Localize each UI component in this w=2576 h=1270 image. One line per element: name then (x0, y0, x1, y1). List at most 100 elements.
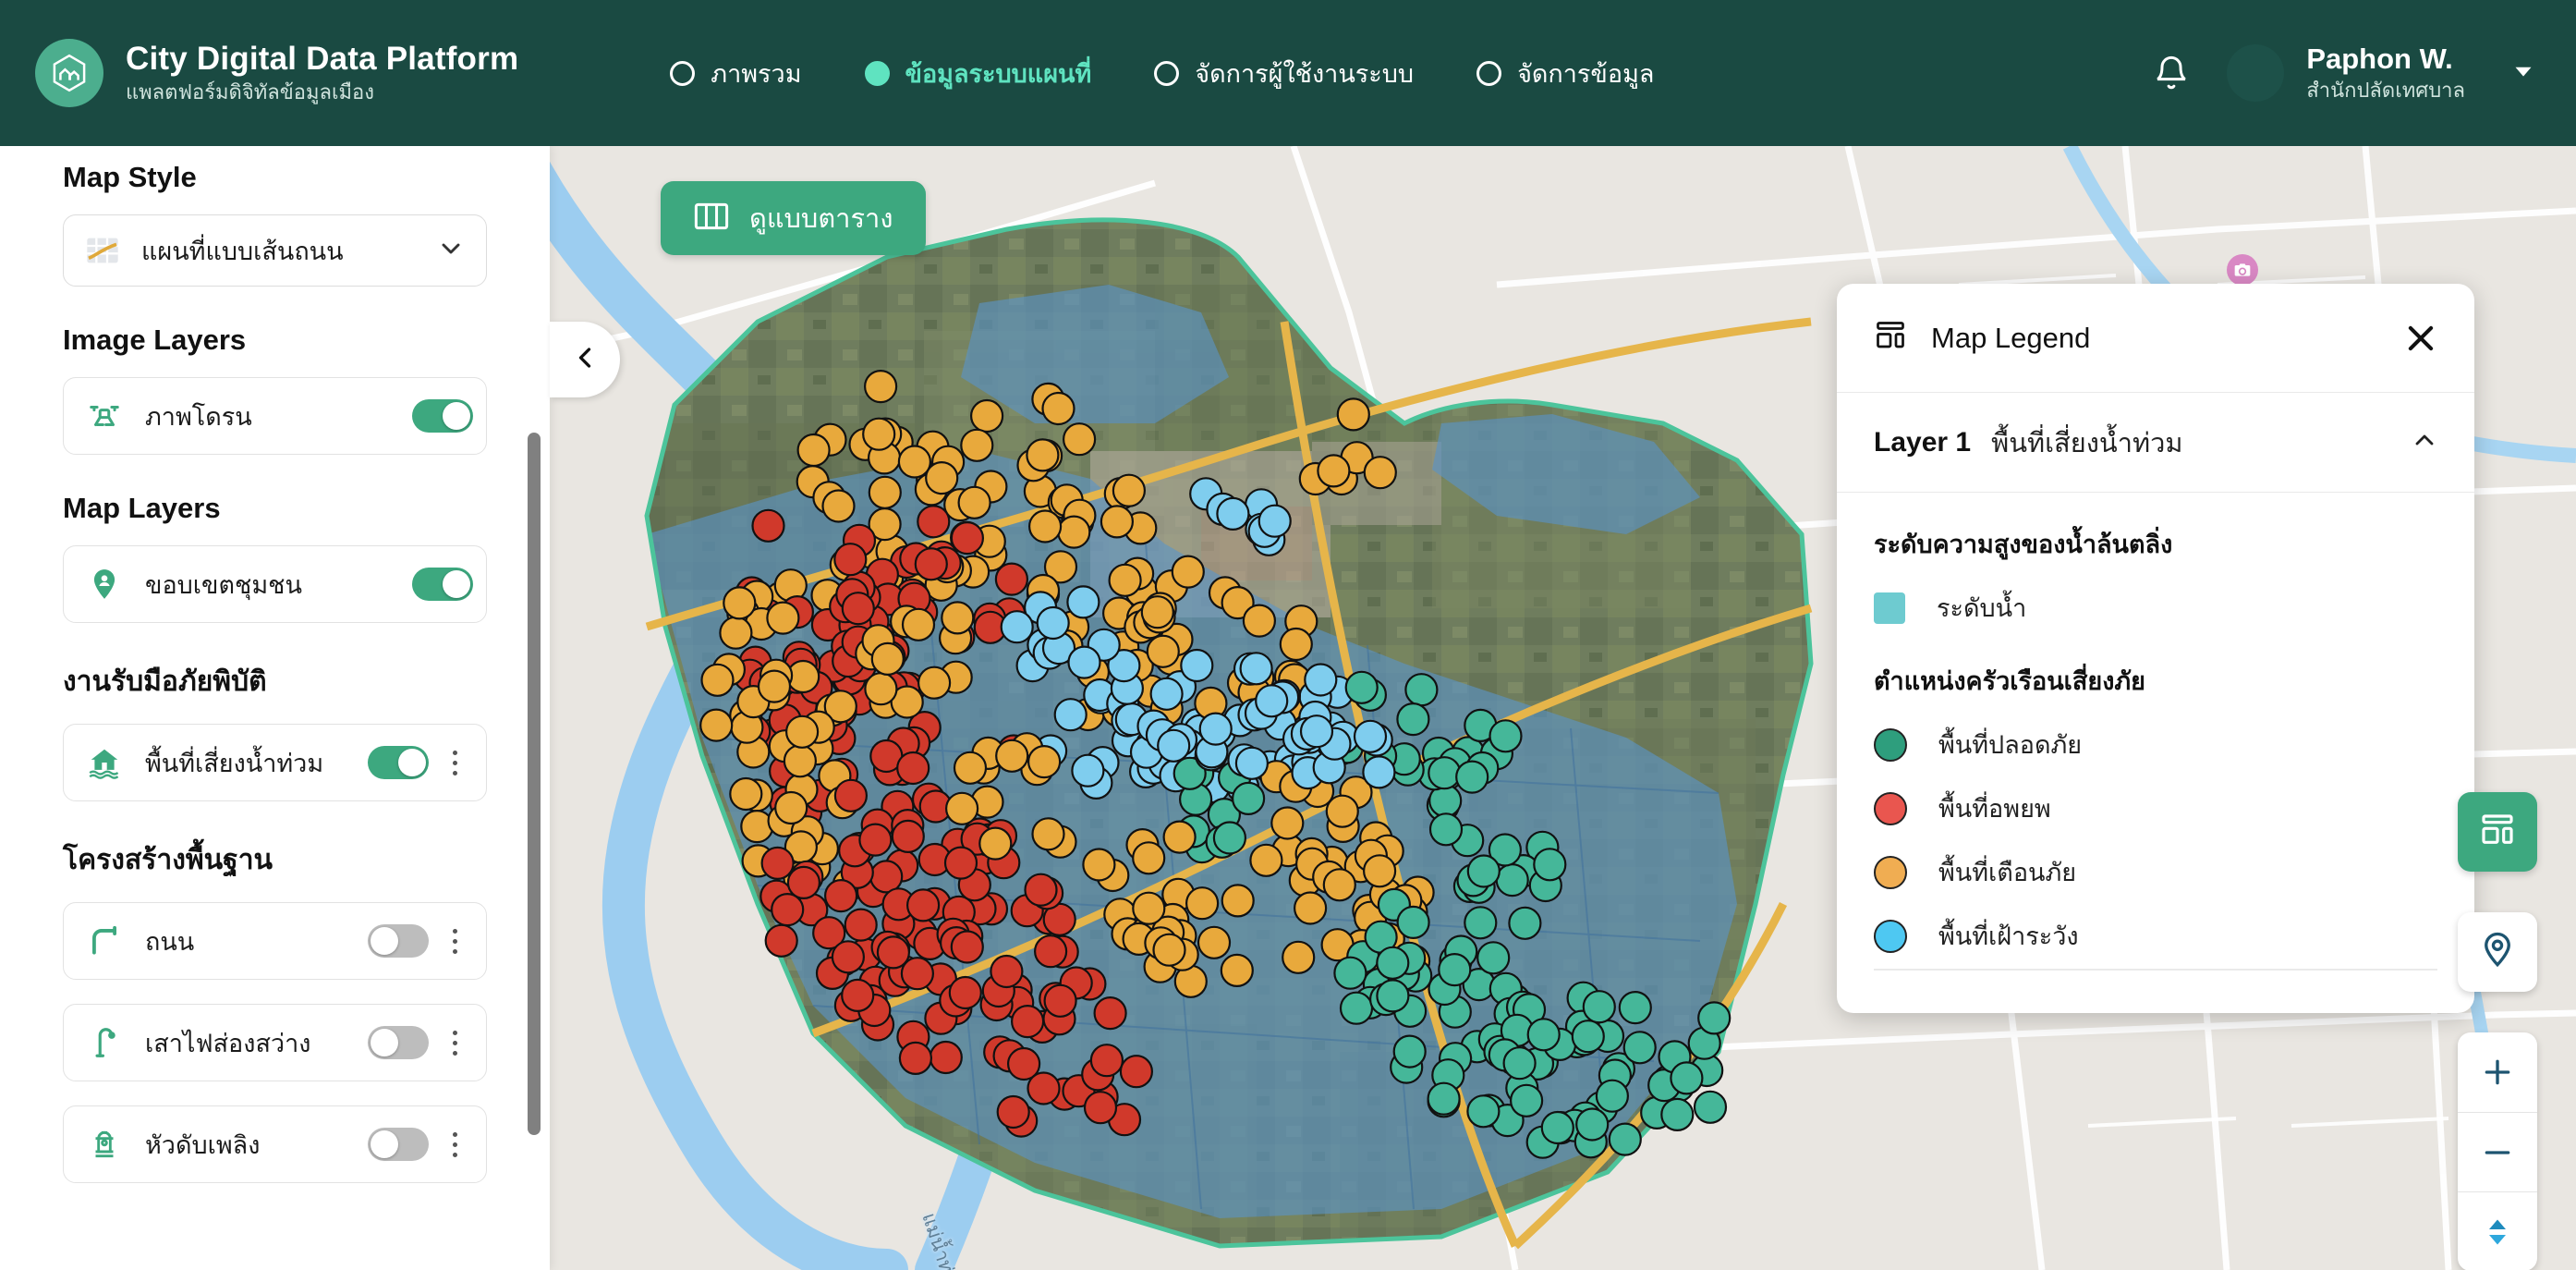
header-right: Paphon W. สำนักปลัดเทศบาล (2142, 0, 2548, 146)
sidebar-scroll-content: Map Style แผนที่แบบเส้นถนน Image Layers (0, 146, 550, 1244)
brand-subtitle: แพลตฟอร์มดิจิทัลข้อมูลเมือง (126, 80, 374, 104)
layer-toggle-drone[interactable] (412, 399, 473, 433)
map-style-value: แผนที่แบบเส้นถนน (141, 237, 344, 265)
close-x-icon[interactable] (2402, 320, 2439, 357)
layer-row-community-boundary[interactable]: ขอบเขตชุมชน (63, 545, 487, 623)
tilt-arrows-icon[interactable] (2458, 1191, 2537, 1270)
zoom-out-button[interactable] (2458, 1112, 2537, 1191)
brand-title: City Digital Data Platform (126, 41, 519, 78)
layer-label: หัวดับเพลิง (145, 1130, 261, 1159)
nav-label: จัดการผู้ใช้งานระบบ (1195, 59, 1415, 88)
layer-toggle-fire-hydrant[interactable] (368, 1128, 429, 1161)
legend-item: ระดับน้ำ (1874, 588, 2437, 628)
layer-row-drone[interactable]: ภาพโดรน (63, 377, 487, 455)
layer-label: ถนน (145, 927, 195, 956)
legend-blocks-icon (1874, 319, 1907, 357)
brand[interactable]: City Digital Data Platform แพลตฟอร์มดิจิ… (35, 39, 518, 107)
community-pin-icon (86, 566, 123, 603)
layer-row-fire-hydrant[interactable]: หัวดับเพลิง (63, 1105, 487, 1183)
nav-item-data-management[interactable]: จัดการข้อมูล (1445, 45, 1685, 101)
nav-label: จัดการข้อมูล (1517, 59, 1655, 88)
layer-menu-fire-hydrant[interactable] (436, 1122, 473, 1166)
nav-item-overview[interactable]: ภาพรวม (638, 45, 832, 101)
fire-hydrant-icon (86, 1126, 123, 1163)
legend-section-title: ตำแหน่งครัวเรือนเสี่ยงภัย (1874, 667, 2145, 695)
infrastructure-heading: โครงสร้างพื้นฐาน (63, 845, 273, 875)
layer-toggle-street-lamp[interactable] (368, 1026, 429, 1059)
zoom-controls[interactable] (2458, 1032, 2537, 1270)
bell-icon[interactable] (2142, 43, 2201, 103)
legend-item: พื้นที่เตือนภัย (1874, 852, 2437, 892)
drone-icon (86, 397, 123, 434)
nav-item-map-data[interactable]: ข้อมูลระบบแผนที่ (833, 45, 1124, 101)
legend-layer-name: พื้นที่เสี่ยงน้ำท่วม (1991, 428, 2183, 458)
camera-icon (2227, 254, 2258, 286)
layer-menu-road[interactable] (436, 919, 473, 963)
layer-toggle-flood-risk[interactable] (368, 746, 429, 779)
legend-divider (1874, 969, 2437, 971)
legend-item: พื้นที่เฝ้าระวัง (1874, 916, 2437, 956)
disaster-heading: งานรับมือภัยพิบัติ (63, 666, 267, 697)
locate-me-button[interactable] (2458, 912, 2537, 992)
radio-circle-filled-icon (864, 60, 890, 86)
layer-label: พื้นที่เสี่ยงน้ำท่วม (145, 749, 324, 777)
nav-label: ภาพรวม (711, 59, 802, 88)
hexagon-buildings-icon (35, 39, 103, 107)
legend-item-label: พื้นที่อพยพ (1938, 795, 2051, 823)
layer-label: เสาไฟส่องสว่าง (145, 1029, 311, 1057)
map-legend-panel[interactable]: Map Legend Layer 1 พื้นที่เสี่ยงน้ำท่วม … (1837, 284, 2474, 1013)
legend-item-label: ระดับน้ำ (1937, 594, 2027, 622)
legend-item-label: พื้นที่เฝ้าระวัง (1938, 922, 2079, 950)
table-view-button[interactable]: ดูแบบตาราง (661, 181, 927, 255)
radio-circle-icon (1476, 60, 1502, 86)
chevron-down-icon (436, 234, 466, 268)
table-columns-icon (694, 201, 729, 236)
legend-swatch (1874, 592, 1905, 624)
legend-swatch (1874, 855, 1907, 889)
main-nav: ภาพรวม ข้อมูลระบบแผนที่ จัดการผู้ใช้งานร… (638, 45, 1685, 101)
radio-circle-icon (670, 60, 696, 86)
layer-label: ขอบเขตชุมชน (145, 570, 302, 599)
user-name: Paphon W. (2306, 43, 2453, 76)
legend-item-label: พื้นที่เตือนภัย (1938, 859, 2077, 886)
layer-toggle-community-boundary[interactable] (412, 568, 473, 601)
legend-layer-number: Layer 1 (1874, 426, 1972, 458)
map-pin-icon (2478, 931, 2517, 974)
app-header: City Digital Data Platform แพลตฟอร์มดิจิ… (0, 0, 2576, 146)
chevron-left-icon (568, 341, 601, 379)
avatar[interactable] (2227, 44, 2285, 102)
chevron-up-icon[interactable] (2410, 425, 2439, 459)
sidebar-scrollbar[interactable] (528, 433, 541, 1135)
legend-blocks-icon (2479, 812, 2516, 853)
layer-row-road[interactable]: ถนน (63, 902, 487, 980)
legend-section-title: ระดับความสูงของน้ำล้นตลิ่ง (1874, 531, 2173, 558)
zoom-in-button[interactable] (2458, 1032, 2537, 1112)
user-info[interactable]: Paphon W. สำนักปลัดเทศบาล (2306, 43, 2465, 103)
legend-item: พื้นที่ปลอดภัย (1874, 725, 2437, 764)
road-map-icon (84, 232, 121, 269)
legend-body: ระดับความสูงของน้ำล้นตลิ่ง ระดับน้ำ ตำแห… (1837, 493, 2474, 1013)
layers-sidebar[interactable]: Map Style แผนที่แบบเส้นถนน Image Layers (0, 146, 550, 1270)
radio-circle-icon (1154, 60, 1180, 86)
layer-label: ภาพโดรน (145, 402, 252, 431)
legend-layer-row[interactable]: Layer 1 พื้นที่เสี่ยงน้ำท่วม (1837, 393, 2474, 493)
legend-header: Map Legend (1837, 284, 2474, 393)
layer-row-flood-risk[interactable]: พื้นที่เสี่ยงน้ำท่วม (63, 724, 487, 801)
legend-title: Map Legend (1931, 321, 2091, 354)
map-layers-heading: Map Layers (63, 492, 221, 524)
layer-row-street-lamp[interactable]: เสาไฟส่องสว่าง (63, 1004, 487, 1081)
chevron-down-icon[interactable] (2508, 55, 2539, 92)
legend-toggle-button[interactable] (2458, 792, 2537, 872)
layer-toggle-road[interactable] (368, 924, 429, 958)
nav-label: ข้อมูลระบบแผนที่ (905, 59, 1092, 88)
nav-item-user-management[interactable]: จัดการผู้ใช้งานระบบ (1123, 45, 1445, 101)
legend-item-label: พื้นที่ปลอดภัย (1938, 731, 2083, 759)
user-role: สำนักปลัดเทศบาล (2306, 79, 2465, 103)
layer-menu-flood-risk[interactable] (436, 740, 473, 785)
flooded-house-icon (86, 744, 123, 781)
map-style-select[interactable]: แผนที่แบบเส้นถนน (63, 214, 487, 287)
legend-swatch (1874, 791, 1907, 825)
legend-swatch (1874, 727, 1907, 762)
layer-menu-street-lamp[interactable] (436, 1020, 473, 1065)
image-layers-heading: Image Layers (63, 324, 247, 356)
